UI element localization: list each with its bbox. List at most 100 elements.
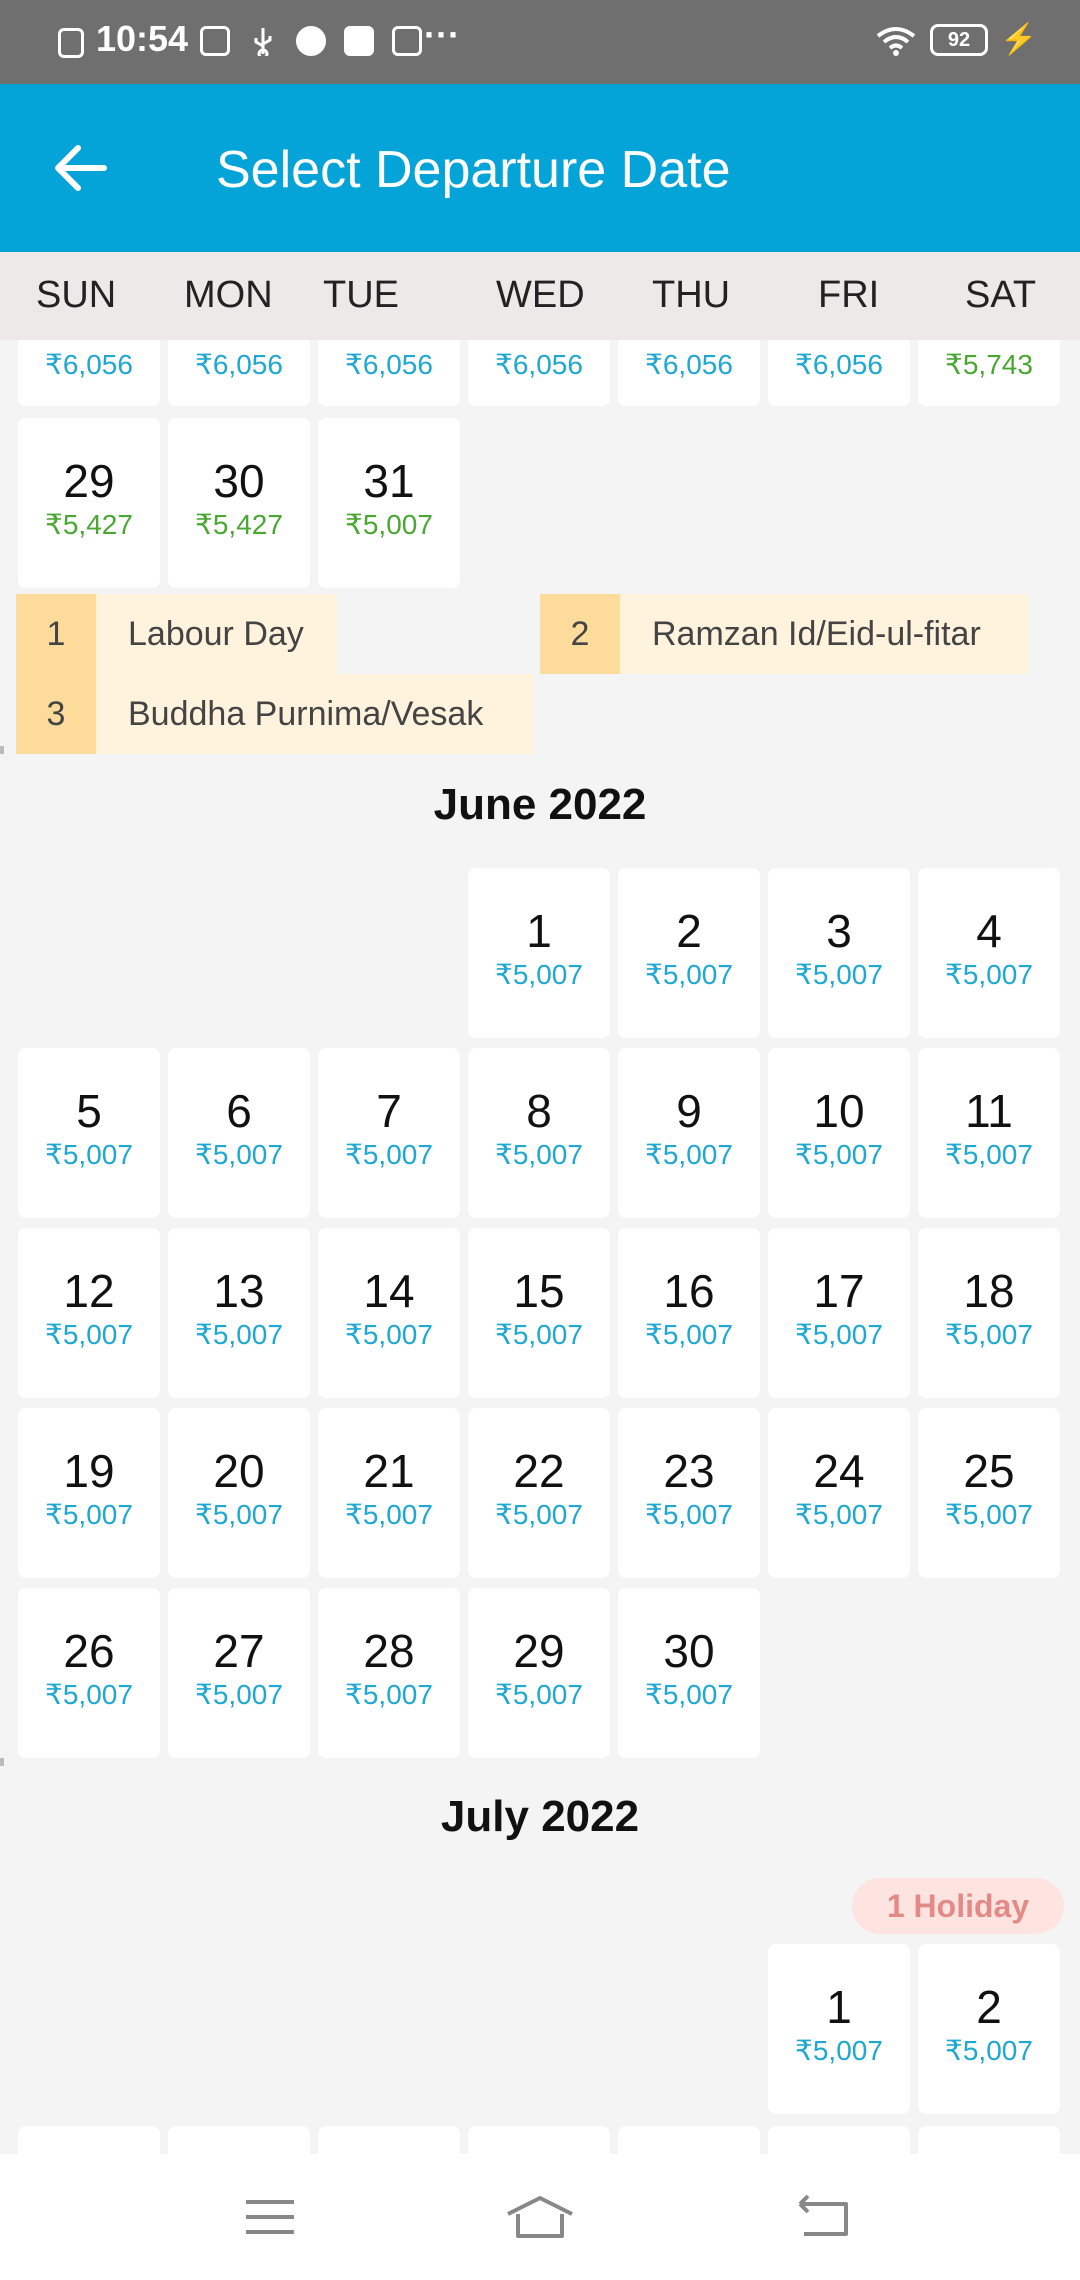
month-title-june: June 2022 [433, 780, 647, 829]
june-day-cell[interactable]: 14 ₹5,007 [318, 1228, 460, 1398]
june-day-cell[interactable]: 9 ₹5,007 [618, 1048, 760, 1218]
day-price: ₹5,007 [945, 1319, 1033, 1350]
june-day-cell[interactable]: 10 ₹5,007 [768, 1048, 910, 1218]
june-day-cell[interactable]: 27 ₹5,007 [168, 1588, 310, 1758]
month-title-july: July 2022 [440, 1792, 640, 1841]
weekday-fri: FRI [818, 274, 880, 316]
june-day-cell[interactable]: 24 ₹5,007 [768, 1408, 910, 1578]
day-price: ₹5,007 [195, 1139, 283, 1170]
weekday-mon: MON [184, 274, 273, 316]
day-price: ₹5,007 [345, 509, 433, 540]
day-number: 19 [63, 1445, 115, 1497]
june-day-cell[interactable]: 1 ₹5,007 [468, 868, 610, 1038]
day-number: 16 [663, 1265, 715, 1317]
day-price: ₹5,007 [345, 1679, 433, 1710]
battery-icon: 92 [930, 24, 988, 56]
july-day-cell[interactable]: 2 ₹5,007 [918, 1944, 1060, 2114]
june-day-cell[interactable]: 11 ₹5,007 [918, 1048, 1060, 1218]
june-day-cell[interactable]: 18 ₹5,007 [918, 1228, 1060, 1398]
may-day-cell[interactable]: ₹6,056 [468, 340, 610, 406]
day-price: ₹5,007 [495, 1139, 583, 1170]
may-day-cell[interactable]: ₹6,056 [168, 340, 310, 406]
june-day-cell[interactable]: 4 ₹5,007 [918, 868, 1060, 1038]
june-day-cell[interactable]: 2 ₹5,007 [618, 868, 760, 1038]
close-notification-icon [58, 28, 84, 58]
june-day-cell[interactable]: 16 ₹5,007 [618, 1228, 760, 1398]
day-price: ₹5,007 [795, 1319, 883, 1350]
calendar-icon [392, 26, 422, 56]
june-day-cell[interactable]: 8 ₹5,007 [468, 1048, 610, 1218]
june-day-cell[interactable]: 13 ₹5,007 [168, 1228, 310, 1398]
may-day-cell[interactable]: 30 ₹5,427 [168, 418, 310, 588]
home-icon[interactable] [504, 2192, 576, 2242]
day-price: ₹5,007 [45, 1679, 133, 1710]
weekday-tue: TUE [323, 274, 399, 316]
day-price: ₹5,007 [495, 1319, 583, 1350]
june-day-cell[interactable]: 26 ₹5,007 [18, 1588, 160, 1758]
day-number: 11 [965, 1085, 1013, 1137]
july-day-cell[interactable] [168, 2126, 310, 2154]
june-day-cell[interactable]: 22 ₹5,007 [468, 1408, 610, 1578]
june-day-cell[interactable]: 7 ₹5,007 [318, 1048, 460, 1218]
day-price: ₹5,007 [345, 1139, 433, 1170]
may-day-cell[interactable]: ₹6,056 [618, 340, 760, 406]
day-price: ₹5,007 [495, 959, 583, 990]
day-number: 18 [963, 1265, 1015, 1317]
june-day-cell[interactable]: 3 ₹5,007 [768, 868, 910, 1038]
calendar-scroll[interactable]: ₹6,056 ₹6,056 ₹6,056 ₹6,056 ₹6,056 ₹6,05… [0, 340, 1080, 2154]
day-price: ₹5,743 [945, 349, 1033, 380]
june-day-cell[interactable]: 15 ₹5,007 [468, 1228, 610, 1398]
june-day-cell[interactable]: 6 ₹5,007 [168, 1048, 310, 1218]
june-day-cell[interactable]: 17 ₹5,007 [768, 1228, 910, 1398]
june-day-cell[interactable]: 29 ₹5,007 [468, 1588, 610, 1758]
july-day-cell[interactable]: 1 ₹5,007 [768, 1944, 910, 2114]
day-number: 26 [63, 1625, 115, 1677]
back-arrow-icon[interactable] [50, 136, 114, 200]
july-day-cell[interactable] [768, 2126, 910, 2154]
may-day-cell[interactable]: ₹6,056 [18, 340, 160, 406]
may-day-cell[interactable]: ₹5,743 [918, 340, 1060, 406]
july-day-cell[interactable] [318, 2126, 460, 2154]
may-day-cell[interactable]: ₹6,056 [318, 340, 460, 406]
july-day-cell[interactable] [918, 2126, 1060, 2154]
june-day-cell[interactable]: 20 ₹5,007 [168, 1408, 310, 1578]
day-number: 4 [976, 905, 1002, 957]
day-number: 21 [363, 1445, 415, 1497]
july-day-cell[interactable] [468, 2126, 610, 2154]
day-number: 8 [526, 1085, 552, 1137]
june-day-cell[interactable]: 12 ₹5,007 [18, 1228, 160, 1398]
day-number: 3 [826, 905, 852, 957]
june-day-cell[interactable]: 28 ₹5,007 [318, 1588, 460, 1758]
menu-icon[interactable] [240, 2192, 300, 2242]
day-price: ₹5,007 [345, 1499, 433, 1530]
june-day-cell[interactable]: 21 ₹5,007 [318, 1408, 460, 1578]
day-number: 13 [213, 1265, 265, 1317]
holiday-name: Ramzan Id/Eid-ul-fitar [620, 594, 1028, 674]
day-price: ₹5,007 [645, 1679, 733, 1710]
day-price: ₹6,056 [345, 349, 433, 380]
day-price: ₹6,056 [495, 349, 583, 380]
july-day-cell[interactable] [618, 2126, 760, 2154]
day-price: ₹5,427 [195, 509, 283, 540]
day-number: 2 [676, 905, 702, 957]
day-price: ₹5,007 [45, 1139, 133, 1170]
status-time: 10:54 [96, 18, 189, 59]
june-day-cell[interactable]: 5 ₹5,007 [18, 1048, 160, 1218]
july-day-cell[interactable] [18, 2126, 160, 2154]
day-number: 29 [63, 455, 115, 507]
may-day-cell[interactable]: ₹6,056 [768, 340, 910, 406]
may-day-cell[interactable]: 31 ₹5,007 [318, 418, 460, 588]
weekday-sun: SUN [36, 274, 117, 316]
day-number: 23 [663, 1445, 715, 1497]
day-number: 30 [663, 1625, 715, 1677]
holiday-count-badge[interactable]: 1 Holiday [852, 1878, 1064, 1934]
app-notification-icon [200, 26, 230, 56]
june-day-cell[interactable]: 25 ₹5,007 [918, 1408, 1060, 1578]
june-day-cell[interactable]: 19 ₹5,007 [18, 1408, 160, 1578]
back-icon[interactable] [794, 2192, 854, 2242]
day-price: ₹5,007 [795, 1139, 883, 1170]
june-day-cell[interactable]: 23 ₹5,007 [618, 1408, 760, 1578]
more-notifications-icon: ··· [424, 14, 460, 55]
may-day-cell[interactable]: 29 ₹5,427 [18, 418, 160, 588]
june-day-cell[interactable]: 30 ₹5,007 [618, 1588, 760, 1758]
